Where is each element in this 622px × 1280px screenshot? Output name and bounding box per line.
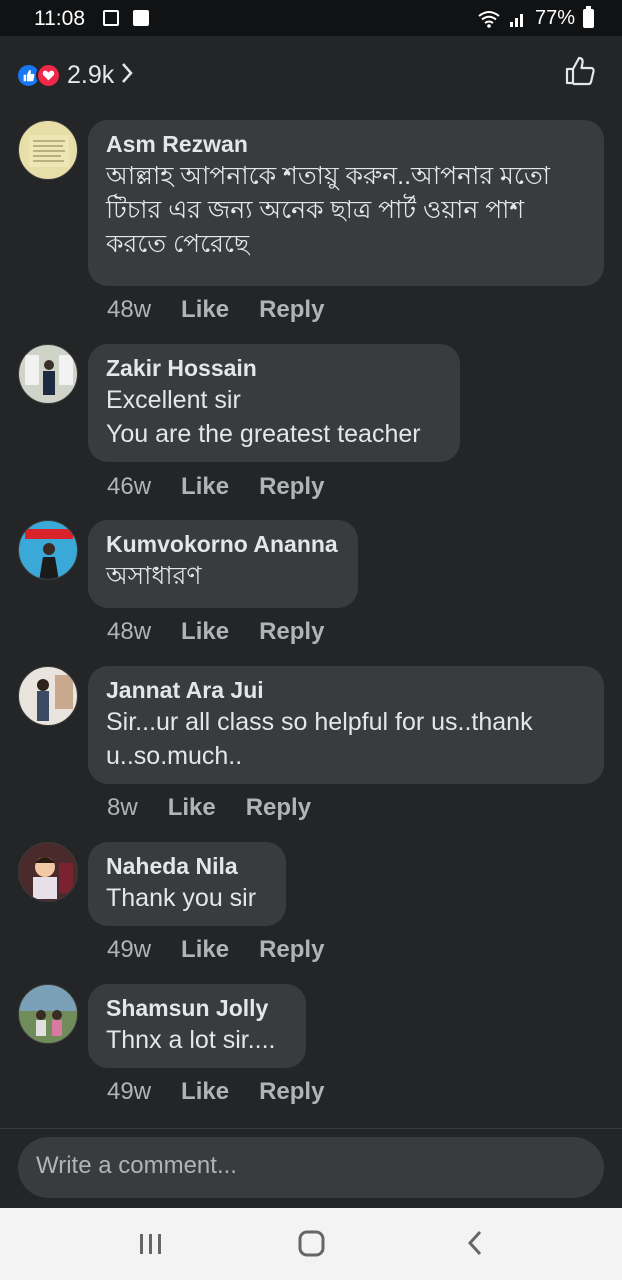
- comment-bubble[interactable]: Asm Rezwan আল্লাহ আপনাকে শতায়ু করুন..আপ…: [88, 120, 604, 286]
- like-button[interactable]: Like: [181, 296, 229, 324]
- comment-bubble[interactable]: Jannat Ara Jui Sir...ur all class so hel…: [88, 666, 604, 784]
- comment-text: Thank you sir: [106, 884, 257, 912]
- comments-header: 2.9k: [0, 36, 622, 108]
- back-icon[interactable]: [464, 1226, 486, 1265]
- comment-text: Excellent sir You are the greatest teach…: [106, 386, 421, 448]
- reaction-count: 2.9k: [67, 61, 115, 89]
- reactions-summary[interactable]: 2.9k: [16, 60, 134, 91]
- like-button[interactable]: Like: [181, 1078, 229, 1106]
- comment-text: অসাধারণ: [106, 562, 202, 590]
- like-button[interactable]: Like: [181, 618, 229, 646]
- reply-button[interactable]: Reply: [259, 618, 324, 646]
- comment-bubble[interactable]: Naheda Nila Thank you sir: [88, 842, 286, 926]
- comment-author[interactable]: Naheda Nila: [106, 851, 268, 881]
- avatar[interactable]: [18, 520, 78, 580]
- comment-meta: 48w Like Reply: [107, 618, 324, 646]
- comment-meta: 49w Like Reply: [107, 1078, 324, 1106]
- avatar[interactable]: [18, 984, 78, 1044]
- composer-divider: [0, 1128, 622, 1129]
- love-reaction-icon: [36, 63, 61, 88]
- comment-bubble[interactable]: Kumvokorno Ananna অসাধারণ: [88, 520, 358, 608]
- recent-apps-icon[interactable]: [138, 1226, 164, 1265]
- reply-button[interactable]: Reply: [259, 936, 324, 964]
- comment-meta: 48w Like Reply: [107, 296, 324, 324]
- avatar[interactable]: [18, 666, 78, 726]
- reply-button[interactable]: Reply: [259, 296, 324, 324]
- like-button[interactable]: Like: [181, 473, 229, 501]
- battery-percent: 77%: [534, 7, 575, 29]
- comment-text: Thnx a lot sir....: [106, 1026, 276, 1054]
- comment-bubble[interactable]: Shamsun Jolly Thnx a lot sir....: [88, 984, 306, 1068]
- comment-meta: 8w Like Reply: [107, 794, 311, 822]
- image-notification-icon: [103, 10, 119, 26]
- avatar[interactable]: [18, 344, 78, 404]
- avatar[interactable]: [18, 120, 78, 180]
- like-button[interactable]: Like: [168, 794, 216, 822]
- comment-time[interactable]: 48w: [107, 618, 151, 646]
- comment-time[interactable]: 49w: [107, 1078, 151, 1106]
- like-post-button[interactable]: [564, 56, 596, 91]
- wifi-icon: [478, 10, 500, 28]
- signal-icon: [509, 13, 523, 27]
- comment-author[interactable]: Kumvokorno Ananna: [106, 529, 340, 559]
- comment-time[interactable]: 46w: [107, 473, 151, 501]
- comment-text: Sir...ur all class so helpful for us..th…: [106, 708, 533, 770]
- avatar[interactable]: [18, 842, 78, 902]
- home-icon[interactable]: [298, 1226, 326, 1265]
- reply-button[interactable]: Reply: [259, 1078, 324, 1106]
- comment-author[interactable]: Asm Rezwan: [106, 129, 586, 159]
- battery-icon: [583, 6, 594, 28]
- reply-button[interactable]: Reply: [246, 794, 311, 822]
- comment-meta: 49w Like Reply: [107, 936, 324, 964]
- comment-meta: 46w Like Reply: [107, 473, 324, 501]
- notification-icons: [103, 9, 157, 32]
- comment-input[interactable]: Write a comment...: [18, 1137, 604, 1198]
- status-time: 11:08: [34, 7, 85, 30]
- like-button[interactable]: Like: [181, 936, 229, 964]
- reply-button[interactable]: Reply: [259, 473, 324, 501]
- comment-author[interactable]: Jannat Ara Jui: [106, 675, 586, 705]
- comment-text: আল্লাহ আপনাকে শতায়ু করুন..আপনার মতো টিচ…: [106, 162, 550, 258]
- comment-author[interactable]: Zakir Hossain: [106, 353, 442, 383]
- comment-bubble[interactable]: Zakir Hossain Excellent sir You are the …: [88, 344, 460, 462]
- comment-time[interactable]: 49w: [107, 936, 151, 964]
- system-navigation-bar: [0, 1208, 622, 1280]
- comment-time[interactable]: 48w: [107, 296, 151, 324]
- status-bar: 11:08 77%: [0, 0, 622, 36]
- comment-time[interactable]: 8w: [107, 794, 138, 822]
- chevron-right-icon: [120, 60, 134, 91]
- thumbs-up-icon: [565, 56, 595, 86]
- check-notification-icon: [132, 10, 149, 26]
- status-right: 77%: [477, 6, 594, 30]
- comment-author[interactable]: Shamsun Jolly: [106, 993, 288, 1023]
